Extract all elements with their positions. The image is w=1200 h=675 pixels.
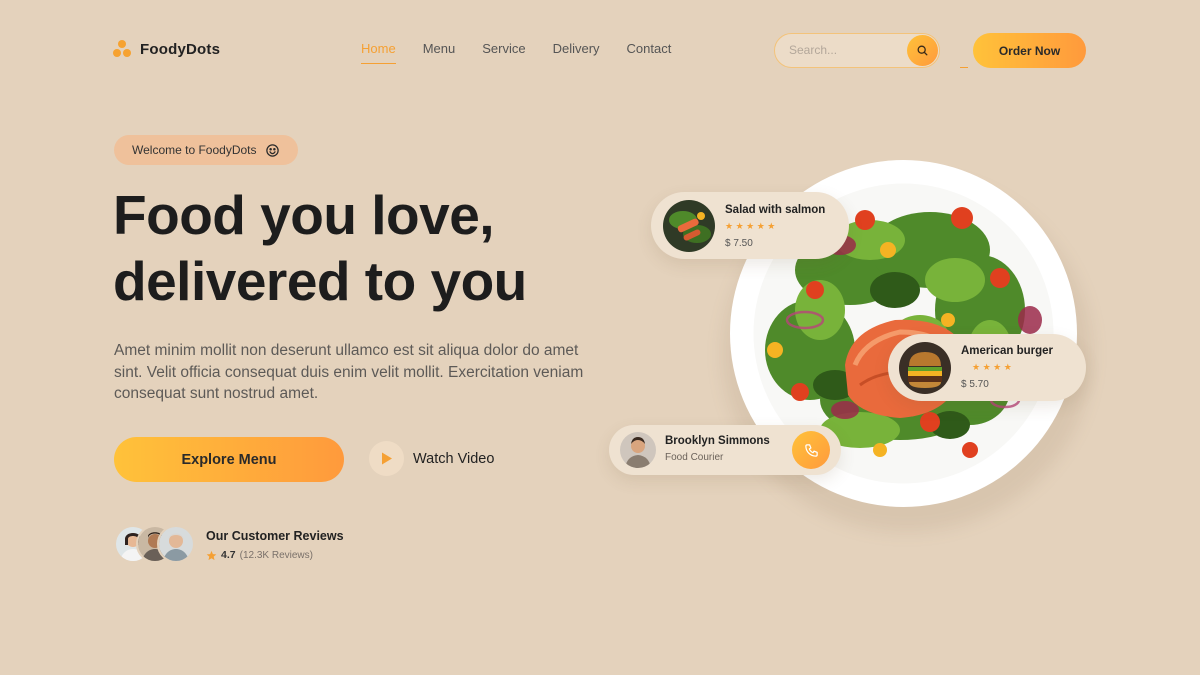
hero-title-line-1: Food you love,	[113, 184, 495, 246]
explore-menu-button[interactable]: Explore Menu	[114, 437, 344, 482]
rating-value: 4.7	[221, 549, 236, 561]
food-card-burger[interactable]: American burger ★★★★ $ 5.70	[888, 334, 1086, 401]
hero-title: Food you love, delivered to you	[113, 182, 527, 314]
brand-logo[interactable]: FoodyDots	[113, 40, 220, 58]
nav-item-service[interactable]: Service	[482, 41, 525, 64]
hero-title-line-2: delivered to you	[113, 250, 527, 312]
reviews-rating-line: 4.7 (12.3K Reviews)	[206, 549, 344, 561]
salmon-price: $ 7.50	[725, 238, 753, 249]
nav-item-home[interactable]: Home	[361, 41, 396, 64]
logo-dots-icon	[113, 40, 132, 58]
main-nav: Home Menu Service Delivery Contact	[361, 41, 671, 64]
food-card-salmon[interactable]: Salad with salmon ★★★★★ $ 7.50	[651, 192, 849, 259]
search-input[interactable]	[789, 43, 899, 57]
courier-name: Brooklyn Simmons	[665, 435, 770, 447]
courier-card: Brooklyn Simmons Food Courier	[609, 425, 841, 475]
search-button[interactable]	[907, 35, 938, 66]
reviewer-avatars	[114, 525, 195, 565]
hero-description: Amet minim mollit non deserunt ullamco e…	[114, 342, 584, 402]
salmon-info: Salad with salmon ★★★★★ $ 7.50	[725, 204, 825, 249]
decorative-dash	[960, 67, 968, 68]
review-count: (12.3K Reviews)	[239, 549, 313, 561]
nav-item-menu[interactable]: Menu	[423, 41, 456, 64]
burger-title: American burger	[961, 345, 1054, 357]
burger-info: American burger ★★★★ $ 5.70	[961, 345, 1053, 390]
order-now-button[interactable]: Order Now	[973, 33, 1086, 68]
courier-avatar	[620, 432, 656, 468]
salmon-rating-stars: ★★★★★	[725, 221, 778, 231]
brand-name: FoodyDots	[140, 40, 221, 58]
welcome-text: Welcome to FoodyDots	[132, 143, 257, 157]
search-box	[774, 33, 940, 68]
watch-video-label: Watch Video	[413, 450, 495, 467]
salmon-title: Salad with salmon	[725, 204, 826, 216]
burger-rating-stars: ★★★★	[972, 362, 1015, 372]
nav-item-contact[interactable]: Contact	[627, 41, 672, 64]
salmon-thumbnail	[663, 200, 715, 252]
reviews-title: Our Customer Reviews	[206, 529, 344, 543]
call-courier-button[interactable]	[792, 431, 830, 469]
customer-reviews: Our Customer Reviews 4.7 (12.3K Reviews)	[114, 525, 344, 565]
burger-price: $ 5.70	[961, 379, 989, 390]
reviews-info: Our Customer Reviews 4.7 (12.3K Reviews)	[206, 529, 344, 561]
phone-icon	[804, 443, 818, 457]
burger-thumbnail	[899, 342, 951, 394]
courier-role: Food Courier	[665, 452, 724, 463]
search-icon	[917, 45, 928, 56]
star-icon	[206, 550, 217, 560]
play-icon	[381, 452, 392, 465]
watch-video-button[interactable]: Watch Video	[369, 441, 494, 476]
play-button[interactable]	[369, 441, 404, 476]
nav-item-delivery[interactable]: Delivery	[553, 41, 600, 64]
smiley-icon	[265, 143, 279, 157]
avatar	[157, 525, 195, 563]
courier-info: Brooklyn Simmons Food Courier	[665, 435, 770, 463]
welcome-badge: Welcome to FoodyDots	[114, 135, 298, 165]
